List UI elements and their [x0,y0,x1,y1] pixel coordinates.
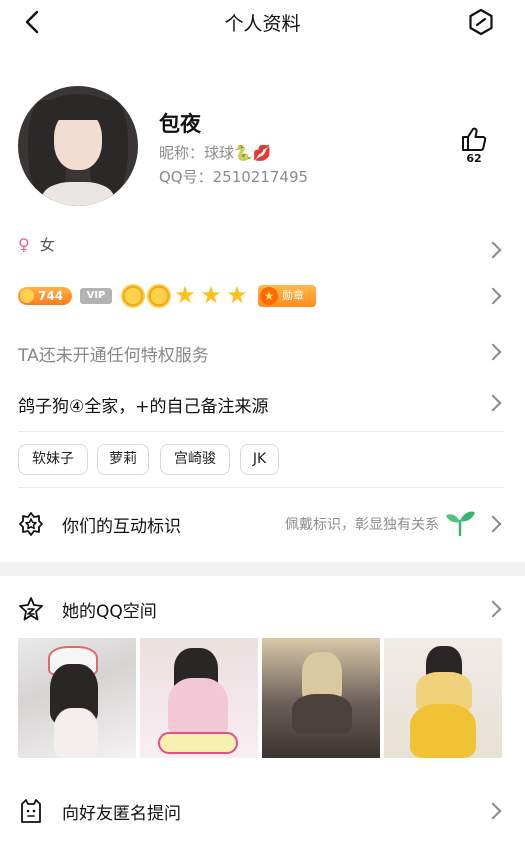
gender-label: 女 [39,236,55,254]
medal-badge[interactable]: ★ 勋章 [258,285,316,307]
profile-qq-number: QQ号：2510217495 [159,168,309,186]
sprout-icon [446,511,475,537]
chevron-right-icon[interactable] [484,802,502,820]
chevron-right-icon[interactable] [484,241,502,259]
chevron-right-icon[interactable] [484,287,502,305]
qzone-star-icon [19,597,43,621]
interaction-hint: 佩戴标识，彰显独有关系 [285,517,439,533]
qzone-photo[interactable] [140,638,258,758]
anonymous-cat-icon [21,799,41,823]
divider [18,487,504,488]
thumbs-up-icon[interactable] [460,126,488,152]
chevron-right-icon[interactable] [484,343,502,361]
qzone-label[interactable]: 她的QQ空间 [62,597,157,622]
interaction-label[interactable]: 你们的互动标识 [62,512,181,537]
privilege-status[interactable]: TA还未开通任何特权服务 [18,341,209,366]
tag-chip[interactable]: 软妹子 [18,444,88,475]
level-flame-icon [20,289,34,303]
more-hexagon-icon[interactable] [467,8,495,36]
section-gap [0,562,525,576]
remark-text[interactable]: 鸽子狗④全家，+的自己备注来源 [18,392,268,417]
like-count: 62 [466,152,482,165]
star-icon: ★ [226,281,248,309]
sun-icon [147,284,171,308]
star-icon: ★ [200,281,222,309]
vip-badge[interactable]: VIP [80,288,112,304]
qzone-photo[interactable] [18,638,136,758]
interaction-badge-icon [19,512,43,536]
profile-nickname: 昵称：球球🐍💋 [159,144,272,162]
female-icon: ♀ [18,235,30,254]
chevron-right-icon[interactable] [484,515,502,533]
anon-question-label[interactable]: 向好友匿名提问 [62,799,181,824]
tag-chip[interactable]: JK [240,444,279,475]
avatar[interactable] [18,86,138,206]
chevron-right-icon[interactable] [484,600,502,618]
medal-star-icon: ★ [260,287,278,305]
header-bar: 个人资料 [0,0,525,44]
sun-icon [121,284,145,308]
gender-row[interactable]: ♀ 女 [18,234,55,255]
qzone-photo[interactable] [262,638,380,758]
tag-chip[interactable]: 宫崎骏 [160,444,230,475]
tag-chip[interactable]: 萝莉 [97,444,149,475]
qzone-photo[interactable] [384,638,502,758]
chevron-right-icon[interactable] [484,394,502,412]
star-icon: ★ [174,281,196,309]
divider [18,431,504,432]
level-badge[interactable]: 744 [18,287,72,305]
profile-name: 包夜 [159,112,201,136]
page-title: 个人资料 [224,13,301,35]
